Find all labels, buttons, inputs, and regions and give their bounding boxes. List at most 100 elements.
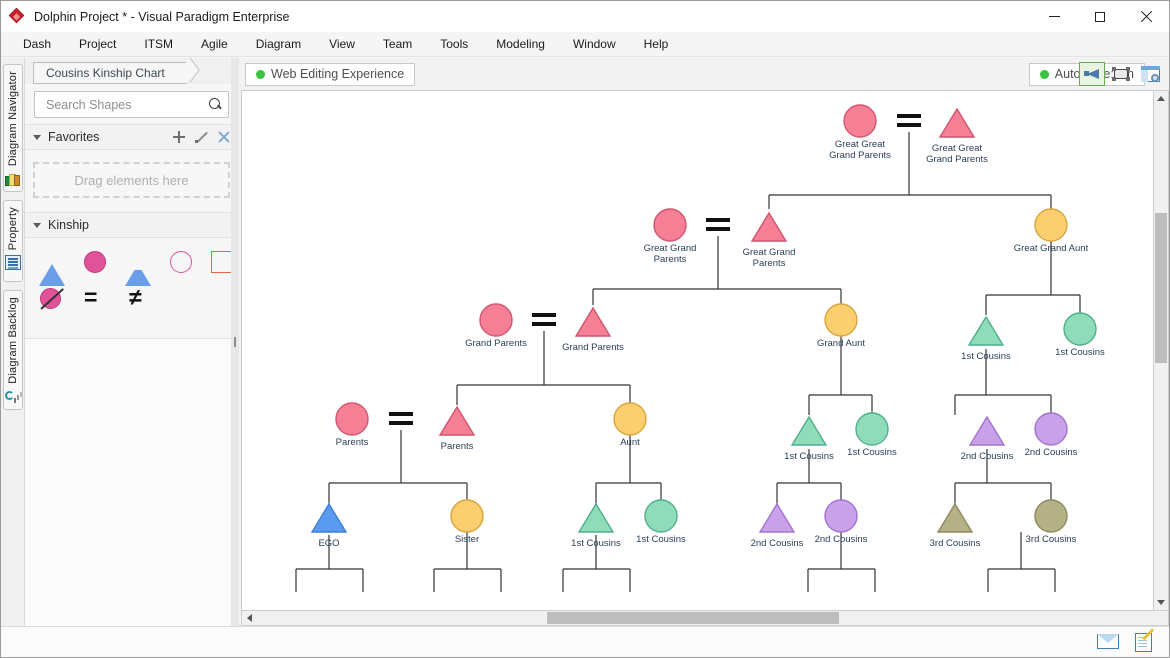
kinship-genogram: Great GreatGrand ParentsGreat GreatGrand…	[295, 104, 1105, 592]
title-bar: Dolphin Project * - Visual Paradigm Ente…	[1, 1, 1169, 32]
plus-icon[interactable]	[173, 131, 185, 143]
square-outline-shape[interactable]	[211, 250, 233, 274]
chevron-down-icon[interactable]	[33, 134, 41, 140]
minimize-button[interactable]	[1031, 1, 1077, 32]
genogram-node-c2_b[interactable]	[1034, 412, 1068, 446]
equal-relation-shape[interactable]: =	[84, 286, 110, 311]
union-marker[interactable]	[897, 114, 921, 127]
diagram-canvas[interactable]: Great Great Grand Parents Great Great Grand…	[241, 90, 1154, 611]
genogram-node-gg_f[interactable]	[653, 208, 687, 242]
document-tab-cousins-kinship-chart[interactable]: Cousins Kinship Chart	[33, 62, 187, 84]
female-circle-filled-shape[interactable]	[84, 250, 106, 274]
genogram-node-ggg_f[interactable]	[843, 104, 877, 138]
union-marker[interactable]	[532, 313, 556, 326]
genogram-node-label: Parents	[441, 441, 474, 452]
kinship-title: Kinship	[48, 218, 89, 232]
scroll-up-arrow[interactable]	[1154, 91, 1168, 106]
broadcast-button[interactable]	[1079, 62, 1105, 86]
genogram-node-c1_a[interactable]	[967, 315, 1005, 346]
note-edit-icon[interactable]	[1133, 628, 1155, 652]
genogram-node-g_m[interactable]	[574, 306, 612, 337]
female-circle-outline-shape[interactable]	[170, 250, 192, 274]
genogram-node-aunt[interactable]	[613, 402, 647, 436]
close-icon[interactable]	[218, 131, 230, 143]
male-triangle-filled-shape[interactable]	[39, 250, 65, 286]
pencil-icon[interactable]	[195, 131, 208, 144]
window-pane-icon	[1140, 66, 1160, 82]
genogram-node-label: Grand Parents	[562, 342, 624, 353]
genogram-node-sis[interactable]	[450, 499, 484, 533]
menu-item-dash[interactable]: Dash	[9, 34, 65, 54]
male-triangle-outline-shape[interactable]	[125, 250, 151, 286]
menu-item-agile[interactable]: Agile	[187, 34, 242, 54]
genogram-node-g_a[interactable]	[824, 303, 858, 337]
genogram-node-c2_a[interactable]	[968, 415, 1006, 446]
side-tab-label: Property	[6, 207, 19, 251]
workspace: Diagram Navigator Property Diagram Backl…	[1, 58, 1169, 626]
genogram-node-gg_m[interactable]	[750, 211, 788, 242]
scroll-left-arrow[interactable]	[242, 611, 257, 625]
genogram-node-c3_a[interactable]	[936, 502, 974, 533]
panes-button[interactable]	[1137, 62, 1163, 86]
genogram-node-c1_b[interactable]	[1063, 312, 1097, 346]
genogram-node-ggg_m[interactable]	[938, 107, 976, 138]
search-input[interactable]	[44, 96, 209, 113]
menu-item-window[interactable]: Window	[559, 34, 630, 54]
genogram-node-ego[interactable]	[310, 502, 348, 533]
genogram-node-label: 1st Cousins	[636, 534, 686, 545]
genogram-node-label: 2nd Cousins	[1025, 447, 1078, 458]
maximize-button[interactable]	[1077, 1, 1123, 32]
menu-item-view[interactable]: View	[315, 34, 369, 54]
deceased-female-circle-shape[interactable]	[39, 287, 65, 311]
horizontal-scrollbar[interactable]	[241, 611, 1169, 626]
panel-empty-area	[25, 338, 238, 626]
menu-item-diagram[interactable]: Diagram	[242, 34, 315, 54]
favorites-group-header[interactable]: Favorites	[25, 124, 238, 150]
document-tab-label: Cousins Kinship Chart	[46, 66, 165, 80]
fit-to-frame-button[interactable]	[1108, 62, 1134, 86]
menu-item-itsm[interactable]: ITSM	[130, 34, 187, 54]
side-tab-property[interactable]: Property	[2, 200, 23, 282]
union-marker[interactable]	[706, 218, 730, 231]
genogram-node-label: Grand Parents	[926, 154, 988, 165]
search-box[interactable]	[34, 91, 229, 118]
side-tab-label: Diagram Navigator	[6, 71, 19, 167]
menu-item-modeling[interactable]: Modeling	[482, 34, 559, 54]
genogram-node-p_f[interactable]	[335, 402, 369, 436]
horizontal-scroll-thumb[interactable]	[547, 612, 839, 624]
genogram-node-g_f[interactable]	[479, 303, 513, 337]
kinship-group-header[interactable]: Kinship	[25, 212, 238, 238]
menu-item-tools[interactable]: Tools	[426, 34, 482, 54]
application-window: Dolphin Project * - Visual Paradigm Ente…	[0, 0, 1170, 658]
genogram-node-p_m[interactable]	[438, 405, 476, 436]
menu-item-help[interactable]: Help	[630, 34, 683, 54]
genogram-node-c3_b[interactable]	[1034, 499, 1068, 533]
genogram-node-c1_d[interactable]	[855, 412, 889, 446]
genogram-node-c2_c[interactable]	[758, 502, 796, 533]
genogram-node-c1_c[interactable]	[790, 415, 828, 446]
favorites-dropzone[interactable]: Drag elements here	[33, 162, 230, 198]
genogram-node-label: 2nd Cousins	[751, 538, 804, 549]
genogram-node-c1_e[interactable]	[577, 502, 615, 533]
genogram-node-gg_a[interactable]	[1034, 208, 1068, 242]
close-button[interactable]	[1123, 1, 1169, 32]
search-row	[25, 84, 238, 124]
menu-item-project[interactable]: Project	[65, 34, 130, 54]
vertical-scroll-thumb[interactable]	[1155, 213, 1167, 363]
chevron-down-icon[interactable]	[33, 222, 41, 228]
side-tab-diagram-navigator[interactable]: Diagram Navigator	[2, 64, 23, 192]
search-icon[interactable]	[209, 98, 222, 111]
vertical-scrollbar[interactable]	[1154, 90, 1169, 611]
union-marker[interactable]	[389, 412, 413, 425]
menu-item-team[interactable]: Team	[369, 34, 426, 54]
web-editing-badge[interactable]: Web Editing Experience	[245, 62, 416, 86]
not-equal-relation-shape[interactable]: ≠	[129, 286, 155, 311]
panel-splitter[interactable]	[231, 58, 239, 626]
side-tab-diagram-backlog[interactable]: Diagram Backlog	[2, 290, 23, 410]
mail-icon[interactable]	[1097, 632, 1119, 652]
genogram-node-c2_d[interactable]	[824, 499, 858, 533]
scroll-down-arrow[interactable]	[1154, 595, 1168, 610]
genogram-node-c1_f[interactable]	[644, 499, 678, 533]
favorites-body: Drag elements here	[25, 150, 238, 212]
megaphone-icon	[1083, 67, 1101, 81]
